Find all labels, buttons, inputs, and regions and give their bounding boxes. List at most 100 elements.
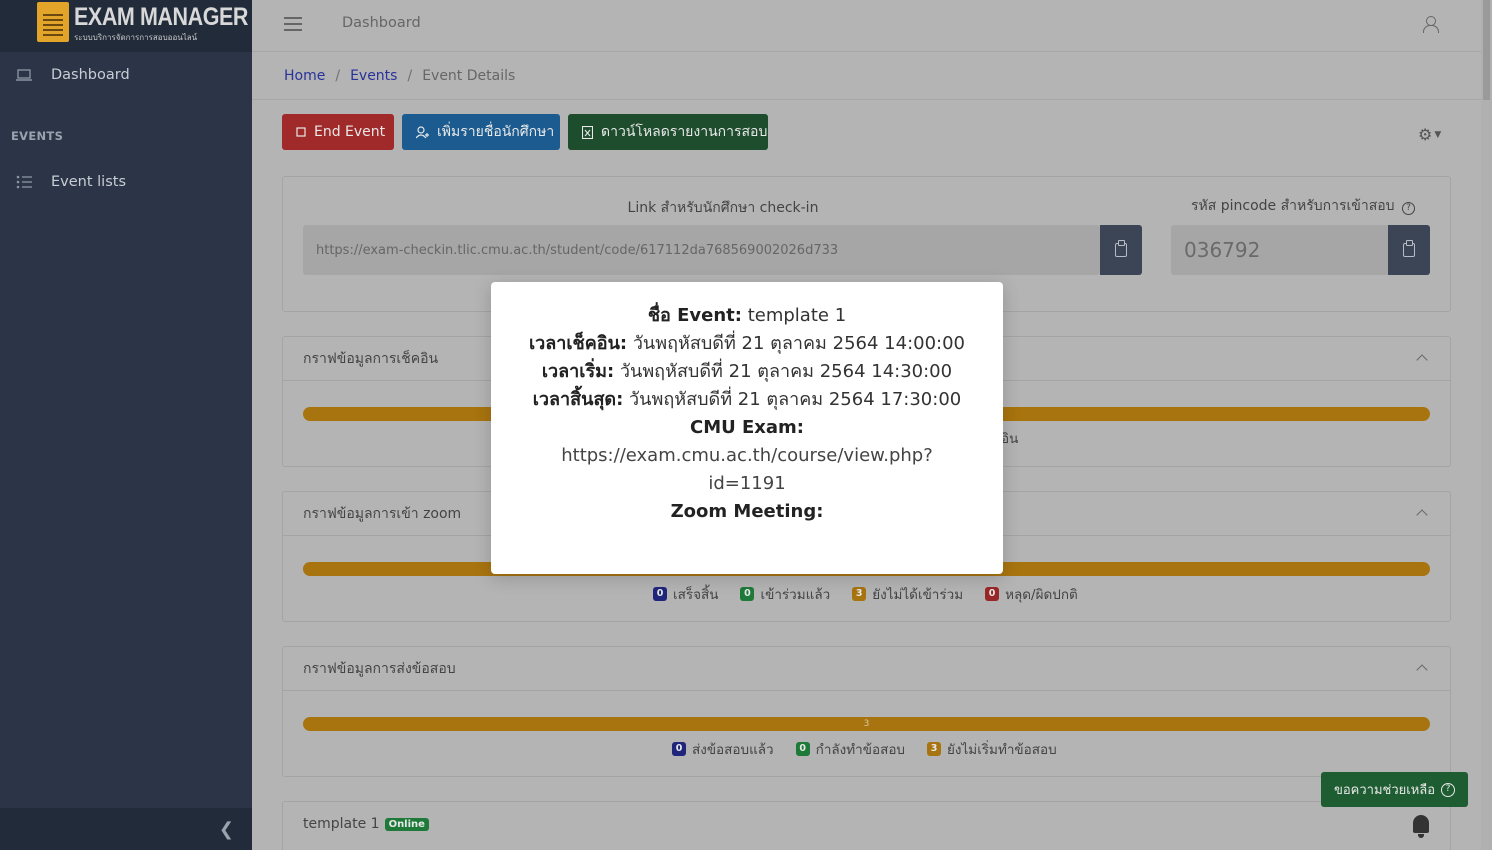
legend-label: หลุด/ผิดปกติ (1005, 587, 1078, 603)
pincode-label-text: รหัส pincode สำหรับการเข้าสอบ (1191, 198, 1395, 214)
breadcrumb: Home / Events / Event Details (252, 52, 1481, 100)
legend-label: กำลังทำข้อสอบ (815, 742, 905, 758)
question-circle-icon: ? (1441, 782, 1456, 797)
count-badge: 0 (672, 742, 686, 756)
event-name: template 1 (303, 816, 380, 832)
top-header: Dashboard (252, 0, 1481, 52)
card-header: template 1 Online (283, 802, 1450, 846)
event-details-modal: ชื่อ Event: template 1 เวลาเช็คอิน: วันพ… (491, 282, 1003, 574)
legend-label: ยังไม่ได้เข้าร่วม (872, 587, 964, 603)
modal-cmu-key: CMU Exam: (689, 417, 804, 438)
brand[interactable]: EXAM MANAGER ระบบบริการจัดการการสอบออนไล… (0, 0, 252, 52)
chevron-up-icon[interactable] (1416, 662, 1428, 674)
add-students-label: เพิ่มรายชื่อนักศึกษา (437, 124, 555, 140)
modal-cmu-link-cont[interactable]: id=1191 (491, 470, 1003, 498)
modal-checkin-value: วันพฤหัสบดีที่ 21 ตุลาคม 2564 14:00:00 (632, 333, 966, 354)
submission-chart-card: กราฟข้อมูลการส่งข้อสอบ 3 0 ส่งข้อสอบแล้ว … (282, 646, 1451, 777)
gear-icon[interactable]: ⚙ ▼ (1418, 125, 1441, 144)
checkin-chart-title: กราฟข้อมูลการเช็คอิน (303, 350, 439, 367)
modal-checkin-row: เวลาเช็คอิน: วันพฤหัสบดีที่ 21 ตุลาคม 25… (491, 330, 1003, 358)
checkin-link-label: Link สำหรับนักศึกษา check-in (627, 200, 819, 216)
event-card: template 1 Online (282, 801, 1451, 850)
legend-item: 0 กำลังทำข้อสอบ (795, 738, 905, 760)
chevron-up-icon[interactable] (1416, 352, 1428, 364)
legend-item: 3 ยังไม่เริ่มทำข้อสอบ (927, 738, 1057, 760)
pincode-field[interactable]: 036792 (1171, 225, 1389, 275)
modal-end-row: เวลาสิ้นสุด: วันพฤหัสบดีที่ 21 ตุลาคม 25… (491, 386, 1003, 414)
checkin-link-field[interactable]: https://exam-checkin.tlic.cmu.ac.th/stud… (303, 225, 1100, 275)
modal-cmu-link[interactable]: https://exam.cmu.ac.th/course/view.php? (491, 442, 1003, 470)
end-event-button[interactable]: End Event (282, 114, 394, 150)
modal-end-value: วันพฤหัสบดีที่ 21 ตุลาคม 2564 17:30:00 (629, 389, 962, 410)
modal-start-row: เวลาเริ่ม: วันพฤหัสบดีที่ 21 ตุลาคม 2564… (491, 358, 1003, 386)
sidebar-item-event-lists[interactable]: Event lists (0, 162, 252, 202)
bell-icon[interactable] (1411, 813, 1431, 839)
submission-chart-title: กราฟข้อมูลการส่งข้อสอบ (303, 660, 456, 677)
count-badge: 3 (927, 742, 941, 756)
help-label: ขอความช่วยเหลือ (1333, 783, 1436, 798)
sidebar-item-dashboard[interactable]: Dashboard (0, 55, 252, 95)
chevron-left-icon[interactable]: ❮ (219, 819, 234, 840)
copy-pincode-button[interactable] (1388, 225, 1430, 275)
legend-item: 0 เสร็จสิ้น (653, 583, 718, 605)
modal-event-value: template 1 (747, 305, 847, 326)
user-plus-icon (416, 125, 429, 139)
legend-item: 3 ยังไม่ได้เข้าร่วม (852, 583, 963, 605)
modal-event-key: ชื่อ Event: (647, 305, 742, 326)
breadcrumb-home[interactable]: Home (284, 68, 325, 84)
header-title: Dashboard (342, 15, 421, 31)
zoom-legend: 0 เสร็จสิ้น 0 เข้าร่วมแล้ว 3 ยังไม่ได้เข้าร… (653, 583, 1100, 605)
count-badge: 0 (740, 587, 755, 601)
count-badge: 0 (985, 587, 1000, 601)
zoom-chart-title: กราฟข้อมูลการเข้า zoom (303, 505, 462, 522)
modal-event-row: ชื่อ Event: template 1 (491, 302, 1003, 330)
list-icon (16, 175, 34, 189)
legend-item: 0 เข้าร่วมแล้ว (740, 583, 830, 605)
brand-title: EXAM MANAGER (74, 3, 249, 31)
count-badge: 3 (852, 587, 867, 601)
sidebar-item-label: Dashboard (51, 67, 130, 83)
count-badge: 0 (795, 742, 810, 756)
clipboard-icon (1403, 240, 1415, 257)
count-badge: 0 (653, 587, 667, 601)
menu-toggle-icon[interactable] (284, 17, 302, 31)
user-icon[interactable] (1423, 16, 1439, 33)
add-students-button[interactable]: เพิ่มรายชื่อนักศึกษา (402, 114, 560, 150)
sidebar-item-label: Event lists (51, 174, 126, 190)
legend-label: เข้าร่วมแล้ว (760, 587, 831, 603)
modal-start-key: เวลาเริ่ม: (541, 361, 615, 382)
help-button[interactable]: ขอความช่วยเหลือ ? (1321, 772, 1468, 807)
modal-cmu-row: CMU Exam: (491, 414, 1003, 442)
caret-down-icon: ▼ (1434, 130, 1442, 140)
modal-zoom-key: Zoom Meeting: (670, 501, 824, 522)
chevron-up-icon[interactable] (1416, 507, 1428, 519)
card-header[interactable]: กราฟข้อมูลการส่งข้อสอบ (283, 647, 1450, 691)
legend-label: อิน (1001, 431, 1019, 447)
laptop-icon (16, 69, 34, 81)
download-report-label: ดาวน์โหลดรายงานการสอบ (601, 124, 768, 140)
question-circle-icon[interactable]: ? (1402, 202, 1416, 215)
modal-checkin-key: เวลาเช็คอิน: (528, 333, 628, 354)
square-icon (296, 127, 306, 137)
modal-start-value: วันพฤหัสบดีที่ 21 ตุลาคม 2564 14:30:00 (619, 361, 953, 382)
legend-label: ส่งข้อสอบแล้ว (692, 742, 774, 758)
pincode-label: รหัส pincode สำหรับการเข้าสอบ ? (1191, 195, 1416, 217)
sidebar: EXAM MANAGER ระบบบริการจัดการการสอบออนไล… (0, 0, 252, 850)
legend-label: เสร็จสิ้น (673, 587, 719, 603)
breadcrumb-separator: / (407, 67, 413, 84)
breadcrumb-current: Event Details (422, 67, 516, 84)
brand-subtitle: ระบบบริการจัดการการสอบออนไลน์ (74, 33, 198, 42)
modal-end-key: เวลาสิ้นสุด: (532, 389, 624, 410)
status-badge: Online (384, 817, 429, 831)
download-report-button[interactable]: ดาวน์โหลดรายงานการสอบ (568, 114, 768, 150)
breadcrumb-events[interactable]: Events (350, 68, 397, 84)
submission-progress-bar: 3 (303, 717, 1430, 731)
clipboard-icon (1115, 240, 1127, 257)
scrollbar-track[interactable] (1481, 0, 1492, 850)
legend-item: 0 ส่งข้อสอบแล้ว (672, 738, 774, 760)
breadcrumb-separator: / (335, 67, 341, 84)
copy-link-button[interactable] (1100, 225, 1142, 275)
submission-legend: 0 ส่งข้อสอบแล้ว 0 กำลังทำข้อสอบ 3 ยังไม่เริ… (672, 738, 1079, 760)
sidebar-section-heading: EVENTS (11, 129, 64, 143)
scrollbar-thumb[interactable] (1483, 0, 1490, 100)
